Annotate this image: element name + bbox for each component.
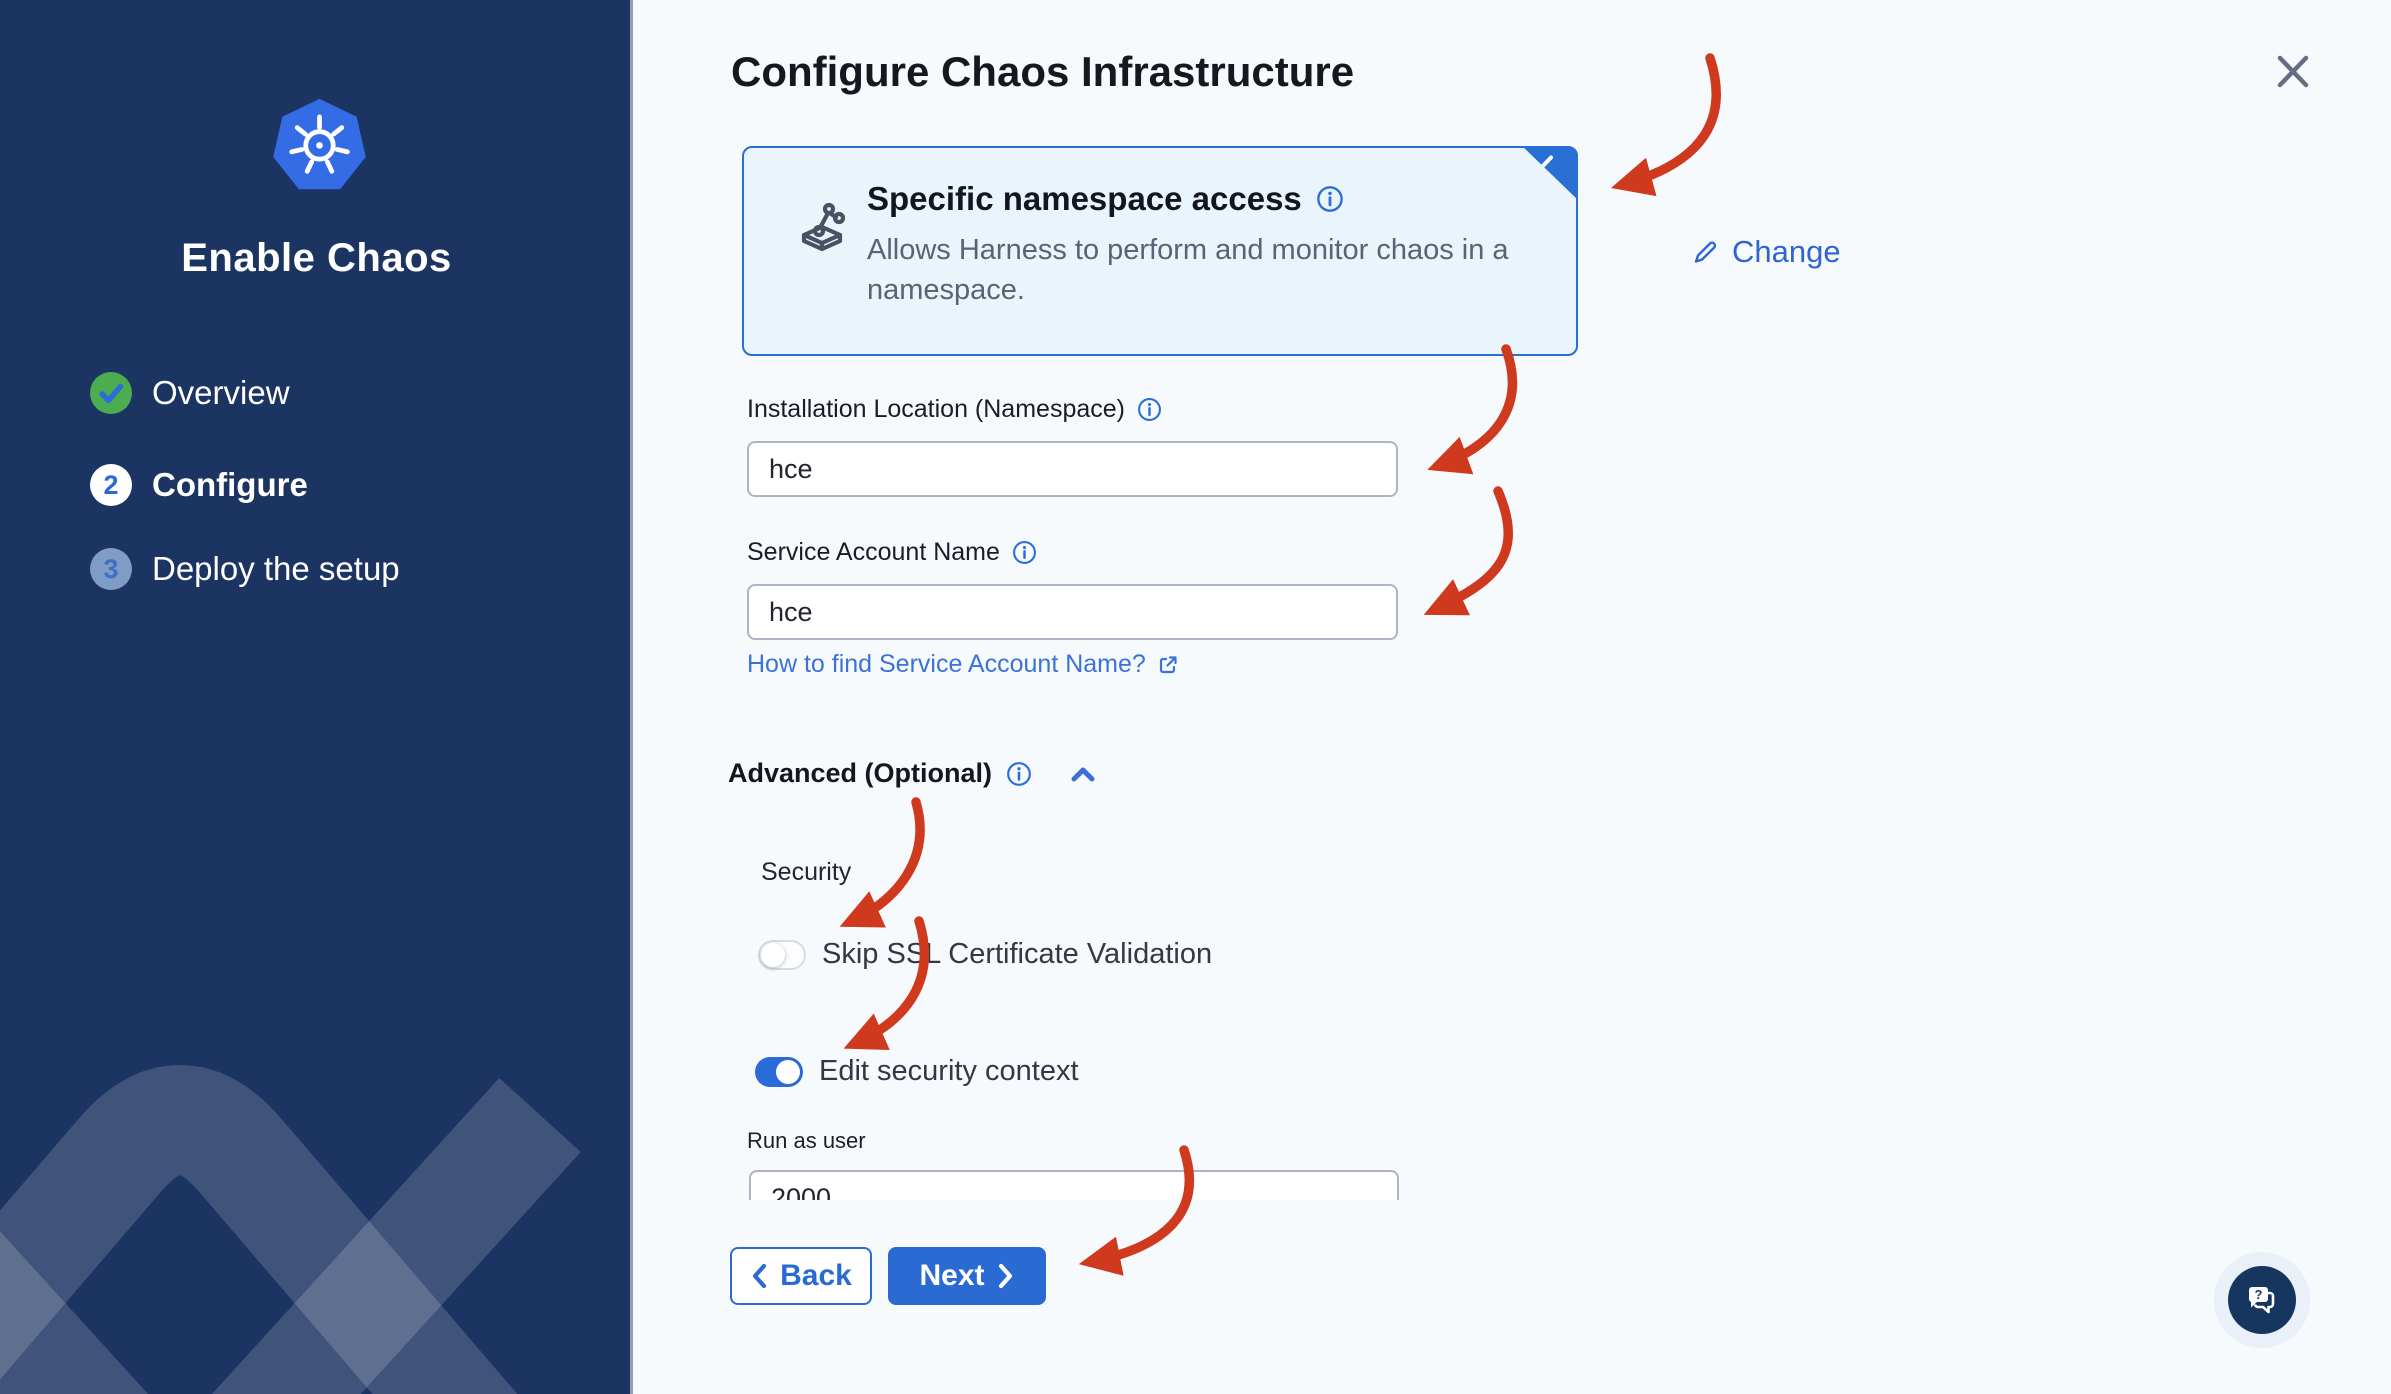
step-label: Deploy the setup bbox=[152, 550, 400, 587]
info-icon[interactable] bbox=[1012, 540, 1037, 565]
security-section-label: Security bbox=[761, 858, 852, 886]
change-link[interactable]: Change bbox=[1690, 234, 1841, 270]
sidebar-step-configure[interactable]: 2 Configure bbox=[90, 463, 308, 507]
sidebar-step-deploy[interactable]: 3 Deploy the setup bbox=[90, 547, 400, 591]
access-card-title: Specific namespace access bbox=[867, 180, 1302, 217]
info-icon[interactable] bbox=[1316, 185, 1344, 213]
step-label: Configure bbox=[152, 466, 308, 503]
namespace-input[interactable] bbox=[747, 441, 1398, 497]
access-card-description: Allows Harness to perform and monitor ch… bbox=[867, 234, 1509, 306]
svg-text:?: ? bbox=[2255, 1287, 2263, 1302]
configure-chaos-modal: Enable Chaos Overview 2 Configure 3 Depl… bbox=[0, 0, 2391, 1394]
step-number-badge: 3 bbox=[90, 548, 132, 590]
advanced-section-header[interactable]: Advanced (Optional) bbox=[728, 758, 1098, 789]
arrow-to-skip-ssl-toggle bbox=[839, 797, 925, 928]
run-as-user-label: Run as user bbox=[747, 1128, 866, 1153]
wizard-sidebar: Enable Chaos Overview 2 Configure 3 Depl… bbox=[0, 0, 633, 1394]
page-title: Configure Chaos Infrastructure bbox=[731, 48, 1355, 95]
chevron-up-icon[interactable] bbox=[1068, 762, 1098, 786]
arrow-to-service-account-input bbox=[1423, 486, 1513, 616]
close-icon[interactable] bbox=[2270, 48, 2316, 94]
arrow-to-next-button bbox=[1078, 1145, 1194, 1276]
external-link-icon bbox=[1159, 655, 1177, 673]
namespace-field-label: Installation Location (Namespace) bbox=[747, 395, 1162, 424]
advanced-label: Advanced (Optional) bbox=[728, 758, 993, 788]
run-as-user-clip-region bbox=[749, 1170, 1399, 1200]
wizard-title: Enable Chaos bbox=[181, 236, 452, 280]
step-done-check-icon bbox=[90, 372, 132, 414]
run-as-user-input[interactable] bbox=[749, 1170, 1399, 1200]
info-icon[interactable] bbox=[1137, 397, 1162, 422]
chevron-left-icon bbox=[753, 1263, 767, 1289]
edit-security-context-toggle-row: Edit security context bbox=[755, 1055, 1079, 1088]
skip-ssl-label: Skip SSL Certificate Validation bbox=[822, 938, 1213, 970]
harness-watermark-logo bbox=[0, 1065, 581, 1394]
step-number-badge: 2 bbox=[90, 464, 132, 506]
change-link-label: Change bbox=[1732, 234, 1841, 269]
service-account-input[interactable] bbox=[747, 584, 1398, 640]
chaos-box-branch-icon bbox=[801, 202, 846, 251]
namespace-access-card[interactable]: Specific namespace access Allows Harness… bbox=[742, 146, 1578, 356]
skip-ssl-toggle-row: Skip SSL Certificate Validation bbox=[758, 938, 1212, 971]
pencil-icon bbox=[1694, 241, 1717, 263]
back-button[interactable]: Back bbox=[730, 1247, 872, 1305]
arrow-to-namespace-input bbox=[1427, 344, 1518, 475]
arrow-to-selected-card bbox=[1611, 53, 1721, 197]
chevron-right-icon bbox=[998, 1263, 1012, 1289]
info-icon[interactable] bbox=[1006, 761, 1032, 787]
service-account-help-link[interactable]: How to find Service Account Name? bbox=[747, 650, 1180, 679]
sidebar-step-overview[interactable]: Overview bbox=[90, 371, 290, 415]
edit-security-context-label: Edit security context bbox=[819, 1055, 1079, 1087]
help-chat-button[interactable]: ? bbox=[2228, 1266, 2296, 1334]
step-label: Overview bbox=[152, 374, 290, 411]
selected-check-badge bbox=[1522, 146, 1578, 200]
next-button[interactable]: Next bbox=[888, 1247, 1046, 1305]
edit-security-context-toggle[interactable] bbox=[755, 1056, 803, 1087]
skip-ssl-toggle[interactable] bbox=[758, 939, 806, 970]
kubernetes-logo-icon bbox=[273, 98, 366, 190]
service-account-field-label: Service Account Name bbox=[747, 538, 1037, 567]
chat-question-icon: ? bbox=[2249, 1287, 2275, 1314]
